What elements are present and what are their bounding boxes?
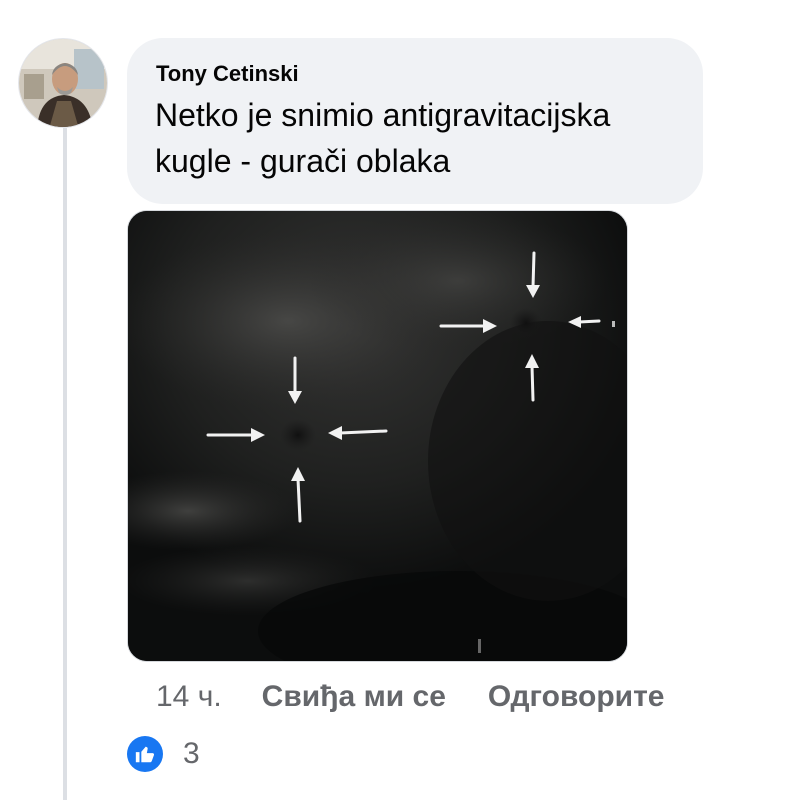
comment-bubble: Tony Cetinski Netko je snimio antigravit… — [127, 38, 703, 204]
reply-button[interactable]: Одговорите — [488, 680, 665, 714]
thread-line — [63, 128, 67, 800]
avatar-image — [19, 39, 107, 127]
comment-author[interactable]: Tony Cetinski — [156, 60, 675, 88]
like-button[interactable]: Свиђа ми се — [262, 680, 446, 714]
comment-text: Netko je snimio antigravitacijska kugle … — [155, 97, 611, 179]
comment-attachment-photo[interactable] — [127, 210, 628, 662]
comment-actions: 14 ч. Свиђа ми се Одговорите — [156, 676, 706, 718]
reaction-count: 3 — [183, 737, 200, 770]
reaction-summary[interactable]: 3 — [127, 734, 200, 774]
night-sky-photo — [128, 211, 627, 661]
comment-timestamp[interactable]: 14 ч. — [156, 680, 222, 714]
thumbs-up-icon — [127, 736, 163, 772]
avatar[interactable] — [18, 38, 108, 128]
